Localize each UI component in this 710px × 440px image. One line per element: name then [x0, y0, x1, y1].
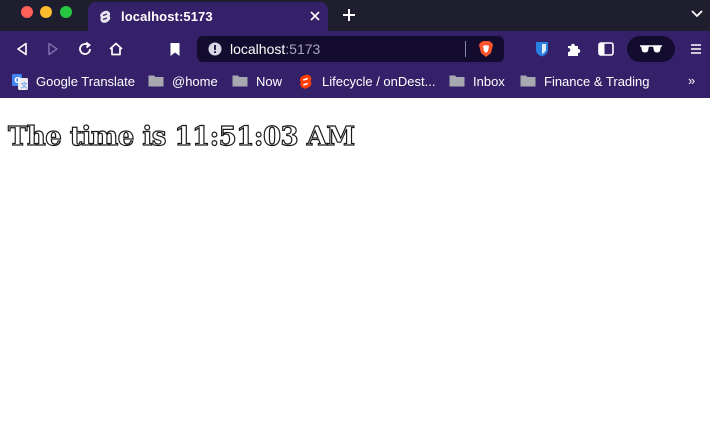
site-info-icon[interactable] — [208, 42, 222, 56]
bookmarks-bar: G 文 Google Translate @home Now Lifecycle… — [0, 67, 710, 98]
close-tab-icon[interactable] — [308, 9, 322, 23]
bitwarden-icon[interactable] — [534, 41, 550, 57]
forward-icon[interactable] — [45, 41, 61, 57]
bookmark-now-folder[interactable]: Now — [232, 72, 282, 90]
browser-toolbar: localhost:5173 — [0, 31, 710, 67]
page-viewport: The time is 11:51:03 AM — [0, 98, 710, 440]
svelte-icon — [98, 10, 112, 24]
bookmark-label: Lifecycle / onDest... — [322, 73, 436, 89]
bookmark-label: @home — [172, 73, 218, 89]
bookmark-home-folder[interactable]: @home — [148, 72, 218, 90]
tab-title: localhost:5173 — [121, 9, 213, 24]
url-text: localhost:5173 — [230, 41, 320, 57]
home-icon[interactable] — [108, 41, 124, 57]
bookmark-label: Inbox — [473, 73, 505, 89]
folder-icon — [449, 74, 465, 88]
active-tab[interactable]: localhost:5173 — [88, 2, 328, 31]
private-window-badge[interactable] — [627, 36, 675, 62]
address-bar[interactable]: localhost:5173 — [197, 36, 504, 62]
brave-shield-icon[interactable] — [477, 40, 495, 58]
minimize-window-button[interactable] — [40, 6, 52, 18]
close-window-button[interactable] — [21, 6, 33, 18]
bookmark-icon[interactable] — [167, 41, 183, 57]
url-port: :5173 — [285, 41, 321, 57]
reload-icon[interactable] — [77, 41, 93, 57]
bookmark-google-translate[interactable]: G 文 Google Translate — [12, 72, 135, 90]
bookmark-lifecycle[interactable]: Lifecycle / onDest... — [298, 72, 435, 90]
folder-icon — [232, 74, 248, 88]
url-divider — [465, 41, 466, 57]
time-heading: The time is 11:51:03 AM — [7, 121, 355, 152]
sunglasses-icon — [639, 44, 663, 54]
new-tab-icon[interactable] — [342, 8, 356, 22]
more-bookmarks-button[interactable]: » — [688, 73, 695, 88]
svg-text:G: G — [14, 76, 21, 85]
window-titlebar: localhost:5173 — [0, 0, 710, 31]
maximize-window-button[interactable] — [60, 6, 72, 18]
bookmark-label: Now — [256, 73, 283, 89]
svelte-icon — [298, 74, 314, 89]
back-icon[interactable] — [14, 41, 30, 57]
bookmark-inbox-folder[interactable]: Inbox — [449, 72, 505, 90]
bookmark-label: Google Translate — [36, 73, 136, 89]
folder-icon — [148, 74, 164, 88]
google-translate-icon: G 文 — [12, 74, 28, 90]
chevron-down-icon[interactable] — [691, 10, 703, 20]
svg-text:文: 文 — [21, 81, 28, 90]
menu-icon[interactable] — [688, 41, 704, 57]
bookmark-label: Finance & Trading — [544, 73, 650, 89]
url-host: localhost — [230, 41, 286, 57]
extensions-puzzle-icon[interactable] — [566, 41, 582, 57]
folder-icon — [520, 74, 536, 88]
bookmark-finance-folder[interactable]: Finance & Trading — [520, 72, 650, 90]
sidebar-toggle-icon[interactable] — [598, 41, 614, 57]
